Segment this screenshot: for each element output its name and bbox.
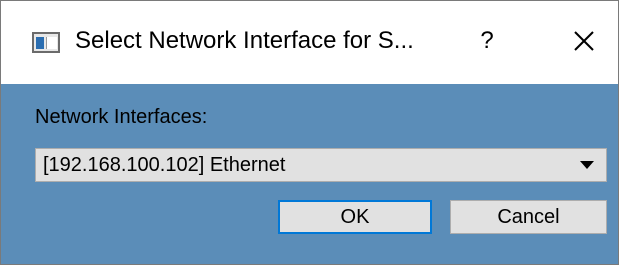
dialog-body: Network Interfaces: [192.168.100.102] Et…: [1, 84, 618, 264]
dialog-window: Select Network Interface for S... ? Netw…: [0, 0, 619, 265]
network-interface-select[interactable]: [192.168.100.102] Ethernet: [35, 148, 607, 182]
network-interfaces-label: Network Interfaces:: [35, 106, 208, 128]
chevron-down-icon: [580, 161, 594, 169]
title-bar: Select Network Interface for S... ?: [1, 1, 618, 84]
window-title: Select Network Interface for S...: [75, 27, 414, 54]
close-icon: [574, 31, 594, 51]
cancel-button[interactable]: Cancel: [450, 200, 607, 234]
ok-button[interactable]: OK: [278, 200, 432, 234]
close-button[interactable]: [559, 21, 607, 61]
window-app-icon: [32, 32, 60, 53]
selected-interface-value: [192.168.100.102] Ethernet: [43, 154, 286, 176]
help-button[interactable]: ?: [467, 21, 507, 61]
